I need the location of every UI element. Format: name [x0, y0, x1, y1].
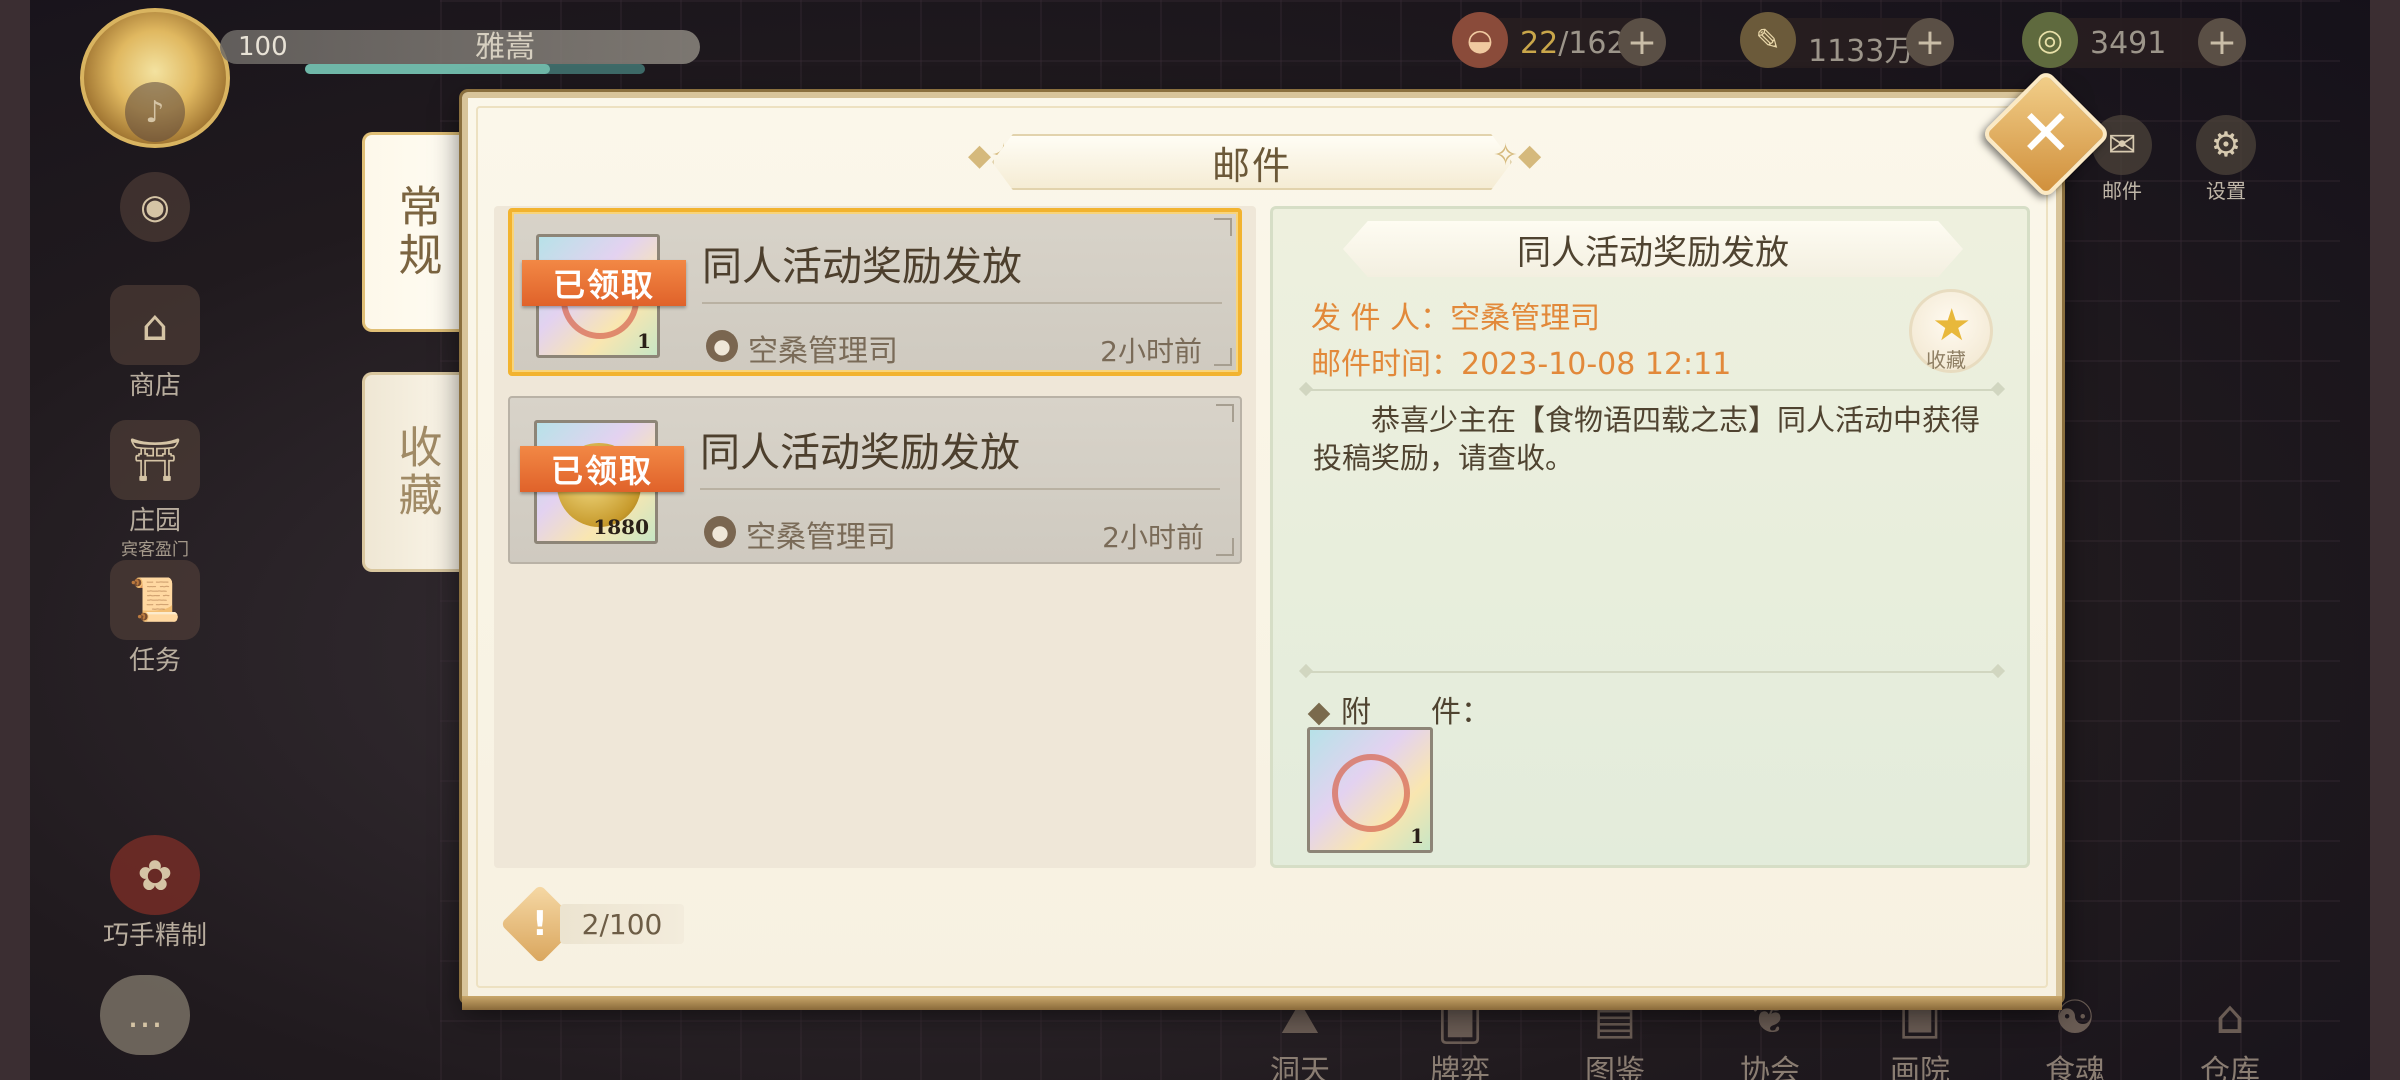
bell-icon: ♪: [125, 82, 185, 142]
dialog-bottom-bar: [462, 996, 2062, 1010]
mail-item-divider: [702, 302, 1222, 304]
corner-ornament: [1216, 538, 1234, 556]
side-manor-label: 庄园: [128, 506, 181, 536]
side-manor-button[interactable]: ⛩ 庄园 宾客盈门: [100, 420, 210, 560]
mail-item-sender: 空桑管理司: [748, 334, 898, 369]
detail-body: 恭喜少主在【食物语四载之志】同人活动中获得投稿奖励，请查收。: [1313, 403, 1981, 475]
mail-detail: 同人活动奖励发放 发 件 人：空桑管理司 邮件时间：2023-10-08 12:…: [1270, 206, 2030, 868]
food-bowl-icon: ◒: [1452, 12, 1508, 68]
mail-list[interactable]: 1 已领取 同人活动奖励发放 ● 空桑管理司 2小时前 1880 已领取 同人活…: [494, 206, 1256, 868]
claimed-badge: 已领取: [520, 446, 684, 492]
claimed-badge: 已领取: [522, 260, 686, 306]
favorite-button[interactable]: ★ 收藏: [1909, 289, 1993, 373]
exp-bar: [305, 64, 645, 74]
user-icon: ●: [704, 516, 736, 548]
nav-painting-label: 画院: [1890, 1054, 1950, 1080]
title-ornament-right: ✧◆: [1493, 138, 1542, 173]
mail-list-item[interactable]: 1880 已领取 同人活动奖励发放 ● 空桑管理司 2小时前: [508, 396, 1242, 564]
corner-ornament: [1214, 218, 1232, 236]
mail-item-time: 2小时前: [1102, 521, 1204, 554]
player-hud: 100 雅嵩: [80, 0, 700, 148]
resource-feather: ✎ 1133万 +: [1740, 12, 1954, 69]
add-stamina-button[interactable]: +: [1618, 18, 1666, 66]
nav-guild-label: 协会: [1740, 1054, 1800, 1080]
stamina-value: 22/162: [1520, 26, 1626, 61]
side-craft-button[interactable]: ✿ 巧手精制: [90, 835, 220, 952]
manor-icon: ⛩: [110, 420, 200, 500]
detail-divider: [1307, 671, 1997, 673]
attachment-count: 1: [1410, 824, 1424, 848]
exp-fill: [305, 64, 550, 74]
detail-sender: 发 件 人：空桑管理司: [1311, 301, 1601, 336]
resource-stamina: ◒ 22/162 +: [1452, 12, 1666, 68]
chat-button[interactable]: …: [90, 975, 200, 1055]
feather-value: 1133万: [1808, 34, 1915, 69]
nav-warehouse-label: 仓库: [2200, 1054, 2260, 1080]
attachment-count: 1880: [593, 515, 649, 539]
side-shop-button[interactable]: ⌂ 商店: [100, 285, 210, 402]
resource-jade: ◎ 3491 +: [2022, 12, 2246, 68]
scroll-icon: 📜: [110, 560, 200, 640]
add-feather-button[interactable]: +: [1906, 18, 1954, 66]
player-name: 雅嵩: [475, 30, 535, 65]
attachment-heading: 附 件：: [1307, 687, 1491, 731]
top-mail-label: 邮件: [2102, 179, 2142, 203]
bracelet-icon: [1332, 754, 1410, 832]
tab-regular[interactable]: 常规: [362, 132, 466, 332]
top-settings-label: 设置: [2206, 179, 2246, 203]
view-button[interactable]: ◉: [100, 172, 210, 242]
favorite-label: 收藏: [1926, 348, 1966, 372]
side-shop-label: 商店: [128, 371, 181, 401]
attachment-label: 附 件：: [1341, 695, 1491, 730]
tab-favorites[interactable]: 收藏: [362, 372, 466, 572]
mail-list-item[interactable]: 1 已领取 同人活动奖励发放 ● 空桑管理司 2小时前: [508, 208, 1242, 376]
player-level: 100: [238, 32, 288, 62]
user-icon: ●: [706, 330, 738, 362]
dialog-title-plate: 邮件: [992, 134, 1512, 190]
attachment-count: 1: [637, 329, 651, 353]
notice-button[interactable]: ♪: [100, 82, 210, 142]
detail-divider: [1307, 389, 1997, 391]
nav-cards-label: 牌弈: [1430, 1054, 1490, 1080]
side-task-label: 任务: [128, 646, 181, 676]
jade-value: 3491: [2090, 26, 2167, 61]
mail-item-title: 同人活动奖励发放: [702, 244, 1022, 290]
mail-capacity: 2/100: [560, 904, 684, 944]
close-icon: ✕: [2019, 97, 2073, 171]
detail-title-plate: 同人活动奖励发放: [1343, 221, 1963, 277]
mail-item-sender: 空桑管理司: [746, 520, 896, 555]
feather-icon: ✎: [1740, 12, 1796, 68]
mail-item-title: 同人活动奖励发放: [700, 430, 1020, 476]
nav-warehouse[interactable]: ⌂ 仓库: [2180, 990, 2280, 1080]
jade-coin-icon: ◎: [2022, 12, 2078, 68]
side-manor-sub: 宾客盈门: [121, 540, 189, 560]
corner-ornament: [1216, 404, 1234, 422]
gear-icon: ⚙: [2196, 115, 2256, 175]
detail-time: 邮件时间：2023-10-08 12:11: [1311, 347, 1732, 382]
side-task-button[interactable]: 📜 任务: [100, 560, 210, 677]
left-edge: [0, 0, 30, 1080]
nav-soul-label: 食魂: [2045, 1054, 2105, 1080]
detail-title: 同人活动奖励发放: [1517, 232, 1789, 273]
top-settings-button[interactable]: ⚙ 设置: [2186, 115, 2266, 204]
add-jade-button[interactable]: +: [2198, 18, 2246, 66]
side-craft-label: 巧手精制: [102, 921, 207, 951]
corner-ornament: [1214, 348, 1232, 366]
level-pill: [220, 30, 700, 64]
diamond-bullet-icon: [1307, 702, 1331, 726]
mail-item-divider: [700, 488, 1220, 490]
right-edge: [2370, 0, 2400, 1080]
attachment-item[interactable]: 1: [1307, 727, 1433, 853]
nav-book-label: 图鉴: [1585, 1054, 1645, 1080]
warehouse-icon: ⌂: [2215, 990, 2245, 1044]
mail-item-time: 2小时前: [1100, 335, 1202, 368]
dialog-title: 邮件: [1211, 143, 1292, 188]
nav-cave-label: 洞天: [1270, 1054, 1330, 1080]
craft-icon: ✿: [110, 835, 200, 915]
eye-icon: ◉: [120, 172, 190, 242]
shop-icon: ⌂: [110, 285, 200, 365]
chat-bubble-icon: …: [100, 975, 190, 1055]
